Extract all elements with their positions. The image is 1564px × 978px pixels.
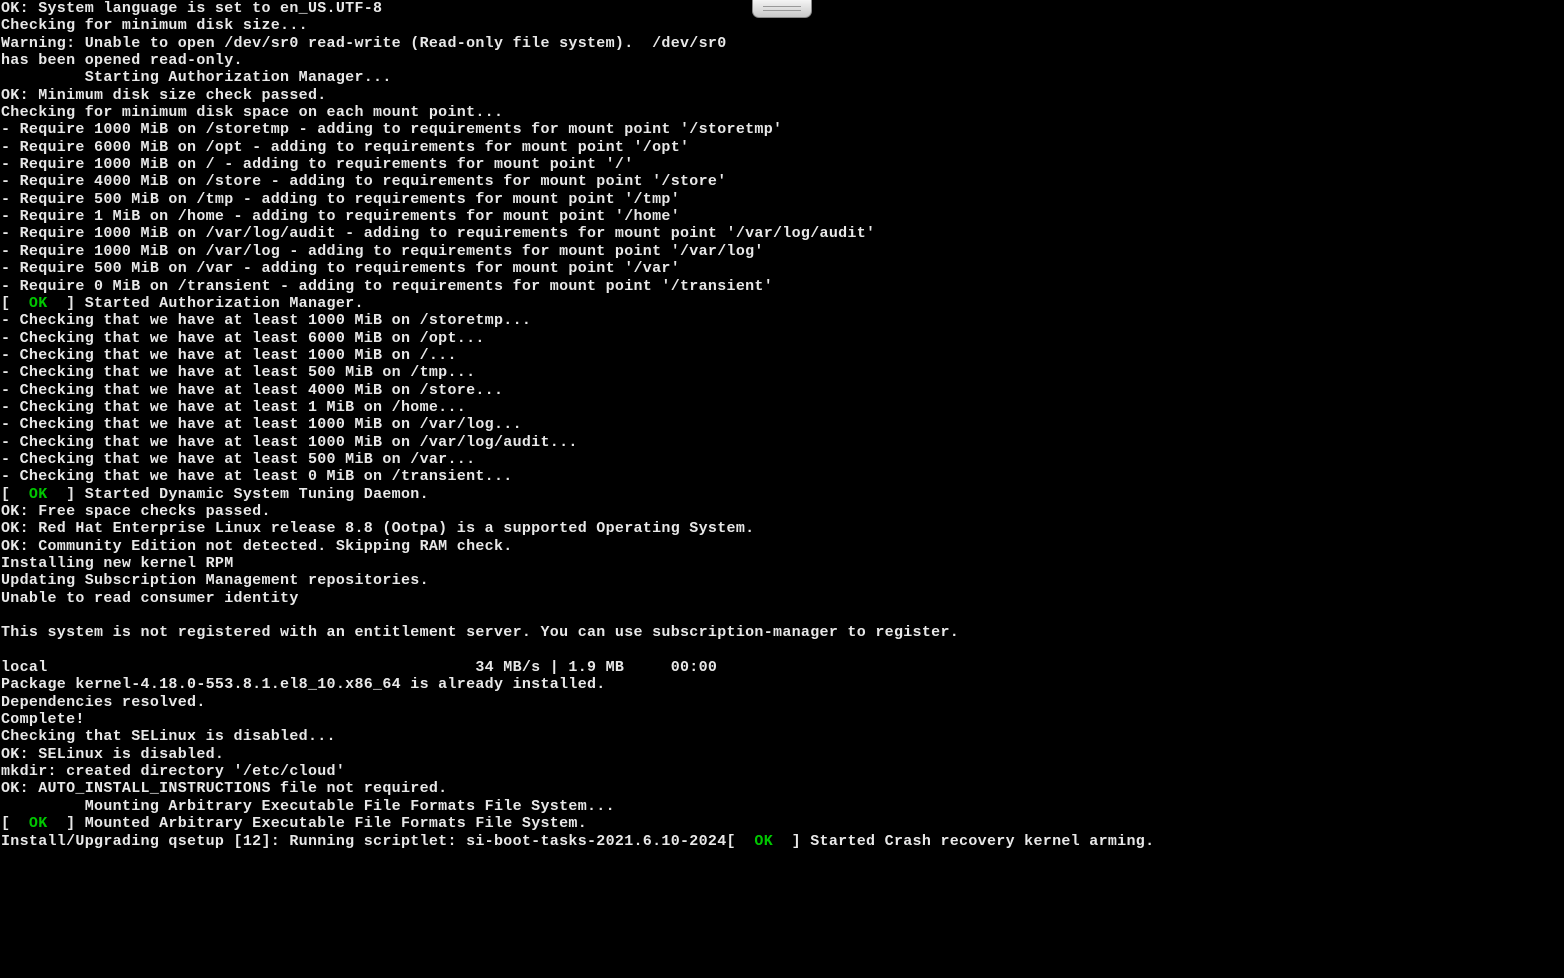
boot-console-output: OK: System language is set to en_US.UTF-… xyxy=(1,0,1154,850)
console-line: - Require 6000 MiB on /opt - adding to r… xyxy=(1,139,689,156)
console-line: local 34 MB/s | 1.9 MB 00:00 xyxy=(1,659,717,676)
console-line: - Checking that we have at least 0 MiB o… xyxy=(1,468,513,485)
console-line: has been opened read-only. xyxy=(1,52,243,69)
console-line: Checking for minimum disk size... xyxy=(1,17,308,34)
console-line: - Require 1000 MiB on / - adding to requ… xyxy=(1,156,634,173)
console-line: [ OK ] Mounted Arbitrary Executable File… xyxy=(1,815,587,832)
console-line: - Require 0 MiB on /transient - adding t… xyxy=(1,278,773,295)
console-line: Complete! xyxy=(1,711,85,728)
console-line: OK: Minimum disk size check passed. xyxy=(1,87,327,104)
console-line: - Checking that we have at least 1000 Mi… xyxy=(1,347,457,364)
console-line: - Checking that we have at least 1 MiB o… xyxy=(1,399,466,416)
console-line: - Checking that we have at least 1000 Mi… xyxy=(1,416,522,433)
console-line: Package kernel-4.18.0-553.8.1.el8_10.x86… xyxy=(1,676,606,693)
console-line: OK: Free space checks passed. xyxy=(1,503,271,520)
console-line: [ OK ] Started Dynamic System Tuning Dae… xyxy=(1,486,429,503)
console-line: Starting Authorization Manager... xyxy=(1,69,392,86)
console-line: - Checking that we have at least 1000 Mi… xyxy=(1,312,531,329)
console-line: - Require 1 MiB on /home - adding to req… xyxy=(1,208,680,225)
console-line: Installing new kernel RPM xyxy=(1,555,234,572)
console-line: mkdir: created directory '/etc/cloud' xyxy=(1,763,345,780)
console-line: Updating Subscription Management reposit… xyxy=(1,572,429,589)
console-line: - Checking that we have at least 500 MiB… xyxy=(1,364,475,381)
console-line: - Require 500 MiB on /var - adding to re… xyxy=(1,260,680,277)
console-line: - Require 1000 MiB on /storetmp - adding… xyxy=(1,121,782,138)
console-line: Install/Upgrading qsetup [12]: Running s… xyxy=(1,833,1154,850)
console-line: - Require 4000 MiB on /store - adding to… xyxy=(1,173,727,190)
console-line: Mounting Arbitrary Executable File Forma… xyxy=(1,798,615,815)
console-line: Checking for minimum disk space on each … xyxy=(1,104,503,121)
console-line: OK: Red Hat Enterprise Linux release 8.8… xyxy=(1,520,754,537)
console-line: OK: System language is set to en_US.UTF-… xyxy=(1,0,382,17)
console-line: Warning: Unable to open /dev/sr0 read-wr… xyxy=(1,35,727,52)
console-line: - Checking that we have at least 500 MiB… xyxy=(1,451,475,468)
console-line: Dependencies resolved. xyxy=(1,694,206,711)
console-line: - Require 500 MiB on /tmp - adding to re… xyxy=(1,191,680,208)
console-line: - Require 1000 MiB on /var/log/audit - a… xyxy=(1,225,875,242)
console-line: Unable to read consumer identity xyxy=(1,590,299,607)
console-line: OK: AUTO_INSTALL_INSTRUCTIONS file not r… xyxy=(1,780,447,797)
console-line: [ OK ] Started Authorization Manager. xyxy=(1,295,364,312)
console-line: - Checking that we have at least 6000 Mi… xyxy=(1,330,485,347)
console-line: OK: Community Edition not detected. Skip… xyxy=(1,538,513,555)
console-line: Checking that SELinux is disabled... xyxy=(1,728,336,745)
console-line: OK: SELinux is disabled. xyxy=(1,746,224,763)
console-line: - Checking that we have at least 4000 Mi… xyxy=(1,382,503,399)
console-line: This system is not registered with an en… xyxy=(1,624,959,641)
console-line: - Require 1000 MiB on /var/log - adding … xyxy=(1,243,764,260)
console-line: - Checking that we have at least 1000 Mi… xyxy=(1,434,578,451)
